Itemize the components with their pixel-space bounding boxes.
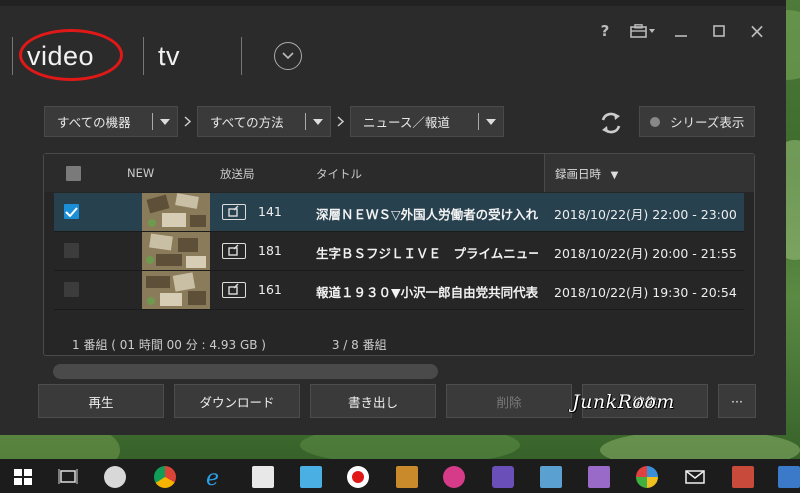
program-thumbnail [142,232,210,270]
briefcase-dropdown-icon[interactable] [624,18,662,44]
photo-app-icon[interactable] [300,466,322,488]
media-app-icon[interactable] [443,466,465,488]
series-view-toggle[interactable]: シリーズ表示 [639,106,755,137]
clock-app-icon[interactable] [104,466,126,488]
calendar-app-icon[interactable] [732,466,754,488]
genre-filter-dropdown[interactable]: ニュース／報道 [350,106,504,137]
chrome-icon[interactable] [154,466,176,488]
channel-icon [222,282,246,298]
recorded-datetime: 2018/10/22(月) 20:00 - 21:55 [554,246,737,261]
recorded-datetime: 2018/10/22(月) 22:00 - 23:00 [554,207,737,222]
table-header: NEW 放送局 タイトル 録画日時 ▼ [44,154,754,192]
download-button[interactable]: ダウンロード [174,384,300,418]
channel-number: 181 [258,243,282,258]
tab-tv[interactable]: tv [144,41,241,72]
app-window: ? × video tv すべての機器 すべての方法 ニュース／報道 シリーズ表… [0,0,786,435]
document-app-icon[interactable] [252,466,274,488]
archive-app-icon[interactable] [396,466,418,488]
colorful-app-icon[interactable] [636,466,658,488]
filter-bar: すべての機器 すべての方法 ニュース／報道 [44,106,504,137]
export-button[interactable]: 書き出し [310,384,436,418]
channel-icon [222,243,246,259]
recorded-datetime: 2018/10/22(月) 19:30 - 20:54 [554,285,737,300]
task-view-icon[interactable] [57,466,79,488]
help-button[interactable]: ? [586,18,624,44]
program-thumbnail [142,193,210,231]
paint-app-icon[interactable] [492,466,514,488]
table-row[interactable]: 161 報道１９３０▼小沢一郎自由党共同代表 2018/10/22(月) 19:… [54,271,744,309]
record-app-icon[interactable] [347,466,369,488]
play-button[interactable]: 再生 [38,384,164,418]
svg-text:e: e [206,466,219,488]
program-title: 深層ＮＥＷＳ▽外国人労働者の受け入れ [316,207,538,222]
taskbar: e [0,459,800,493]
highlight-ring [19,28,123,81]
close-icon: × [748,19,766,43]
series-view-label: シリーズ表示 [670,115,745,130]
row-checkbox[interactable] [64,243,79,258]
mail-icon[interactable] [684,466,706,488]
table-row[interactable]: 141 深層ＮＥＷＳ▽外国人労働者の受け入れ 2018/10/22(月) 22:… [54,193,744,231]
refresh-icon[interactable] [598,110,624,136]
chevron-right-icon [331,116,350,127]
caret-down-icon [306,118,330,125]
image-viewer-icon[interactable] [540,466,562,488]
window-controls: ? × [586,18,776,44]
row-checkbox[interactable] [64,204,79,219]
column-header-station[interactable]: 放送局 [220,166,255,182]
table-row[interactable]: 181 生字ＢＳフジＬＩＶＥ プライムニュース 2018/10/22(月) 20… [54,232,744,270]
column-header-title[interactable]: タイトル [316,166,362,182]
program-title: 生字ＢＳフジＬＩＶＥ プライムニュース [316,246,538,261]
close-button[interactable]: × [738,18,776,44]
horizontal-scrollbar[interactable] [53,364,438,379]
column-header-recorded[interactable]: 録画日時 ▼ [544,154,754,192]
method-filter-dropdown[interactable]: すべての方法 [197,106,331,137]
minimize-icon[interactable] [662,18,700,44]
column-header-recorded-label: 録画日時 [555,167,601,181]
tab-tv-label: tv [158,40,181,71]
toggle-indicator-icon [650,116,660,127]
graphics-app-icon[interactable] [588,466,610,488]
sort-descending-icon: ▼ [610,170,619,181]
selection-size: 1 番組 ( 01 時間 00 分 : 4.93 GB ) [72,338,266,352]
delete-button[interactable]: 削除 [446,384,572,418]
main-nav: video tv [12,28,302,81]
internet-explorer-icon[interactable]: e [204,466,226,491]
chevron-right-icon [178,116,197,127]
caret-down-icon [479,118,503,125]
column-header-new[interactable]: NEW [127,166,154,180]
watermark: JunkRoom [572,391,675,413]
device-filter-dropdown[interactable]: すべての機器 [44,106,178,137]
channel-number: 161 [258,282,282,297]
more-options-button[interactable]: ··· [718,384,756,418]
channel-number: 141 [258,204,282,219]
help-label: ? [600,22,610,40]
channel-icon [222,204,246,220]
tray-app-icon[interactable] [778,466,800,488]
method-filter-label: すべての方法 [210,115,284,130]
windows-start-icon[interactable] [12,466,34,488]
selection-summary: 1 番組 ( 01 時間 00 分 : 4.93 GB ) 3 / 8 番組 [72,336,387,353]
maximize-icon[interactable] [700,18,738,44]
tab-video[interactable]: video [13,28,143,81]
select-all-checkbox[interactable] [66,166,81,181]
chevron-down-circle-icon[interactable] [274,42,302,70]
program-count: 3 / 8 番組 [331,338,387,352]
recording-list: NEW 放送局 タイトル 録画日時 ▼ 141 深層ＮＥＷＳ▽外国人労働者の受け… [43,153,755,356]
row-checkbox[interactable] [64,282,79,297]
device-filter-label: すべての機器 [57,115,131,130]
caret-down-icon [153,118,177,125]
genre-filter-label: ニュース／報道 [363,115,450,130]
program-thumbnail [142,271,210,309]
program-title: 報道１９３０▼小沢一郎自由党共同代表 [316,285,538,300]
